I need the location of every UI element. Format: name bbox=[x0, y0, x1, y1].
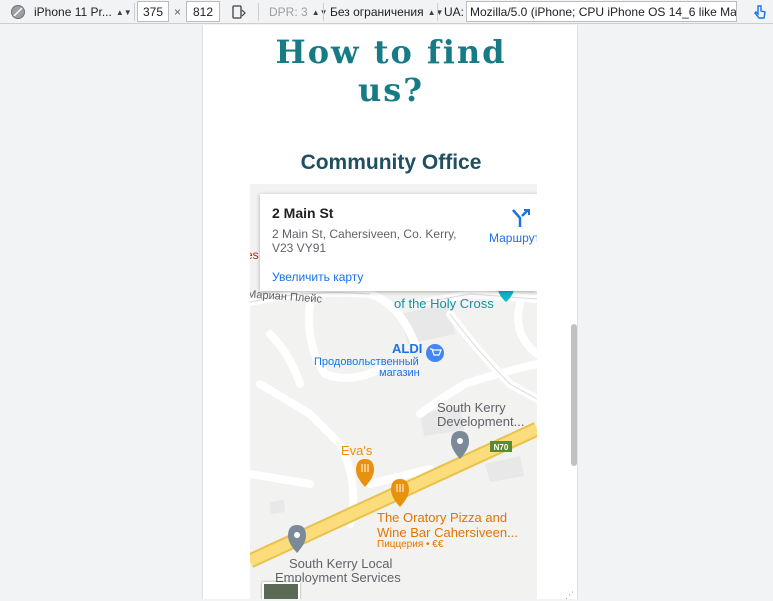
satellite-toggle-thumbnail[interactable] bbox=[262, 582, 300, 599]
map-label-oratory-type: Пиццерия • €€ bbox=[377, 539, 444, 550]
times-sign: × bbox=[174, 5, 182, 19]
map-label-oratory-2[interactable]: Wine Bar Cahersiveen... bbox=[377, 525, 518, 540]
device-select-label: iPhone 11 Pr... bbox=[34, 5, 112, 19]
viewport-scrollbar[interactable] bbox=[571, 324, 577, 466]
viewport-stage: How to find us? Community Office N70 s М… bbox=[0, 25, 773, 601]
page-title-line2: us? bbox=[357, 71, 425, 109]
map-label-skd-1[interactable]: South Kerry bbox=[437, 400, 506, 415]
place-address: 2 Main St, Cahersiveen, Co. Kerry, V23 V… bbox=[272, 227, 457, 255]
map-label-oratory-1[interactable]: The Oratory Pizza and bbox=[377, 510, 507, 525]
chevron-updown-icon: ▲▼ bbox=[311, 7, 328, 17]
throttle-label: Без ограничения bbox=[330, 5, 424, 19]
enlarge-map-link[interactable]: Увеличить карту bbox=[272, 270, 363, 284]
chevron-updown-icon: ▲▼ bbox=[427, 7, 444, 17]
place-info-card: 2 Main St 2 Main St, Cahersiveen, Co. Ke… bbox=[260, 194, 537, 291]
ua-label: UA: bbox=[444, 5, 465, 19]
map-label-church[interactable]: of the Holy Cross bbox=[394, 296, 494, 311]
chevron-updown-icon: ▲▼ bbox=[115, 7, 132, 17]
resize-handle-icon[interactable]: ⋰ bbox=[565, 591, 575, 601]
divider bbox=[323, 3, 324, 21]
road-badge: N70 bbox=[494, 443, 509, 452]
divider bbox=[134, 3, 135, 21]
device-viewport: How to find us? Community Office N70 s М… bbox=[202, 25, 578, 599]
map-label-sklocal-1[interactable]: South Kerry Local bbox=[289, 556, 392, 571]
touch-icon[interactable] bbox=[751, 0, 769, 24]
dpr-select[interactable]: DPR: 3 ▲▼ bbox=[269, 0, 328, 24]
map-embed[interactable]: N70 s Мариан Плейс of the Holy Cross ALD… bbox=[250, 184, 537, 599]
width-value: 375 bbox=[142, 4, 164, 19]
shopping-cart-pin-icon[interactable] bbox=[426, 344, 444, 362]
user-agent-value: Mozilla/5.0 (iPhone; CPU iPhone OS 14_6 … bbox=[470, 4, 737, 19]
map-label-edge: es bbox=[250, 248, 259, 262]
device-toolbar: iPhone 11 Pr... ▲▼ 375 × 812 DPR: 3 ▲▼ Б… bbox=[0, 0, 773, 24]
map-label-evas[interactable]: Eva's bbox=[341, 443, 372, 458]
section-title: Community Office bbox=[300, 151, 482, 174]
directions-link[interactable]: Маршрут bbox=[489, 231, 537, 245]
map-label-skd-2[interactable]: Development... bbox=[437, 414, 524, 429]
device-mode-icon[interactable] bbox=[10, 0, 26, 24]
width-input[interactable]: 375 bbox=[137, 1, 169, 22]
page-title: How to find us? bbox=[203, 33, 577, 109]
throttle-select[interactable]: Без ограничения ▲▼ bbox=[330, 0, 443, 24]
page-title-line1: How to find bbox=[275, 33, 507, 71]
dpr-label: DPR: 3 bbox=[269, 5, 308, 19]
map-label-aldi-type-2: магазин bbox=[379, 367, 420, 379]
divider bbox=[258, 3, 259, 21]
user-agent-input[interactable]: Mozilla/5.0 (iPhone; CPU iPhone OS 14_6 … bbox=[466, 1, 737, 22]
height-value: 812 bbox=[192, 4, 214, 19]
divider bbox=[437, 3, 438, 21]
device-select[interactable]: iPhone 11 Pr... ▲▼ bbox=[34, 0, 132, 24]
rotate-icon[interactable] bbox=[230, 0, 246, 24]
place-title: 2 Main St bbox=[272, 205, 334, 221]
map-label-aldi[interactable]: ALDI bbox=[392, 341, 422, 356]
height-input[interactable]: 812 bbox=[186, 1, 220, 22]
